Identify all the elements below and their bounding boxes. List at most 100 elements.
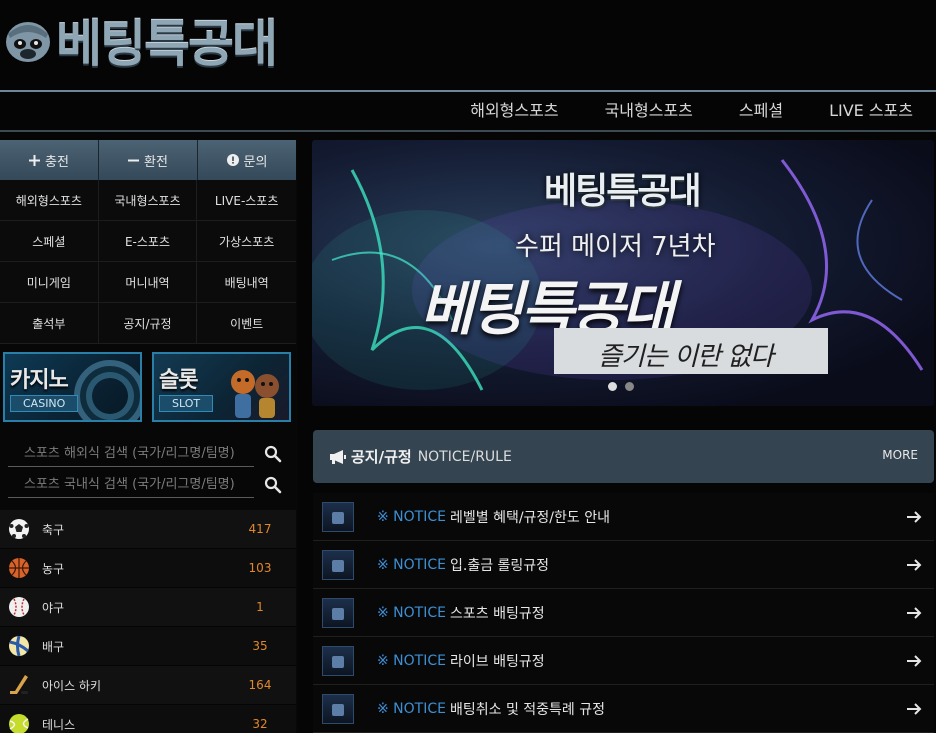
notice-text: 레벨별 혜택/규정/한도 안내: [449, 509, 610, 526]
arrow-right-icon: [907, 654, 922, 667]
notice-row[interactable]: ※ NOTICE 스포츠 배팅규정: [313, 589, 934, 637]
megaphone-icon: [330, 449, 346, 464]
notice-thumbnail: [322, 597, 354, 628]
notice-mark: ※ NOTICE: [377, 652, 446, 669]
casino-banner[interactable]: 카지노 CASINO: [3, 352, 142, 422]
notice-text: 배팅취소 및 적중특례 규정: [449, 701, 606, 718]
notice-text: 스포츠 배팅규정: [449, 605, 545, 622]
sport-row-soccer[interactable]: 축구 417: [0, 510, 296, 549]
arrow-right-icon: [907, 702, 922, 715]
notice-mark: ※ NOTICE: [377, 700, 446, 717]
sport-name: 축구: [42, 522, 65, 537]
menu-item-overseas-sports[interactable]: 해외형스포츠: [0, 180, 99, 221]
sport-count: 164: [248, 678, 272, 692]
notice-row[interactable]: ※ NOTICE 입.출금 롤링규정: [313, 541, 934, 589]
notice-row[interactable]: ※ NOTICE 배팅취소 및 적중특례 규정: [313, 685, 934, 733]
sport-row-volleyball[interactable]: 배구 35: [0, 627, 296, 666]
notice-mark: ※ NOTICE: [377, 556, 446, 573]
hero-logo-text: 베팅특공대: [544, 171, 702, 212]
overseas-search-input[interactable]: [8, 441, 254, 467]
sport-row-ice-hockey[interactable]: 아이스 하키 164: [0, 666, 296, 705]
sport-name: 테니스: [42, 717, 76, 732]
sport-row-tennis[interactable]: 테니스 32: [0, 705, 296, 733]
carousel-dot-1[interactable]: [608, 382, 617, 391]
inquiry-label: 문의: [243, 154, 268, 170]
menu-item-special[interactable]: 스페셜: [0, 221, 99, 262]
menu-item-virtual-sports[interactable]: 가상스포츠: [197, 221, 296, 262]
topnav-item-overseas-sports[interactable]: 해외형스포츠: [447, 92, 581, 130]
menu-item-live-sports[interactable]: LIVE-스포츠: [197, 180, 296, 221]
site-header: 베팅특공대: [0, 0, 936, 90]
menu-item-domestic-sports[interactable]: 국내형스포츠: [98, 180, 198, 221]
casino-banner-sub: CASINO: [10, 395, 79, 412]
sport-row-basketball[interactable]: 농구 103: [0, 549, 296, 588]
basketball-icon: [9, 558, 29, 578]
notice-mark: ※ NOTICE: [377, 604, 446, 621]
logo-text: 베팅특공대: [56, 15, 278, 73]
menu-item-notice-rules[interactable]: 공지/규정: [98, 303, 198, 344]
roulette-icon: [74, 360, 140, 420]
sport-name: 야구: [42, 600, 65, 615]
deposit-button[interactable]: 충전: [0, 140, 99, 180]
notice-row[interactable]: ※ NOTICE 레벨별 혜택/규정/한도 안내: [313, 493, 934, 541]
sport-row-baseball[interactable]: 야구 1: [0, 588, 296, 627]
notice-header: 공지/규정 NOTICE/RULE MORE: [313, 430, 934, 483]
deposit-label: 충전: [45, 154, 69, 170]
account-actions: 충전 환전 문의: [0, 140, 296, 180]
notice-thumbnail: [322, 645, 354, 676]
hero-banner[interactable]: 베팅특공대 수퍼 메이저 7년차 베팅특공대 즐기는 이란 없다: [312, 140, 934, 406]
search-icon[interactable]: [264, 476, 282, 494]
topnav-item-special[interactable]: 스페셜: [716, 92, 806, 130]
menu-item-attendance[interactable]: 출석부: [0, 303, 99, 344]
volleyball-icon: [9, 635, 29, 657]
left-sidebar: 충전 환전 문의 해외형스포츠 국내형스포츠 LIVE-스포츠 스페셜 E-스포…: [0, 140, 298, 733]
withdraw-label: 환전: [144, 154, 168, 170]
sport-count: 32: [252, 717, 268, 731]
sport-count: 35: [252, 639, 268, 653]
sports-list: 축구 417 농구 103 야구 1 배구 35 아이스 하키 164 테니스 …: [0, 510, 296, 733]
menu-item-event[interactable]: 이벤트: [197, 303, 296, 344]
slot-banner-sub: SLOT: [159, 395, 214, 412]
top-navigation: 해외형스포츠 국내형스포츠 스페셜 LIVE 스포츠: [0, 90, 936, 132]
topnav-item-live-sports[interactable]: LIVE 스포츠: [806, 92, 936, 130]
notice-more-link[interactable]: MORE: [882, 448, 918, 462]
domestic-search-input[interactable]: [8, 472, 254, 498]
soccer-ball-icon: [9, 519, 29, 539]
hero-tagline: 수퍼 메이저 7년차: [515, 232, 716, 262]
game-banners: 카지노 CASINO 슬롯 SLOT: [3, 352, 293, 422]
overseas-search: [8, 440, 290, 468]
inquiry-button[interactable]: 문의: [198, 140, 296, 180]
sport-name: 아이스 하키: [42, 678, 102, 693]
notice-title: 공지/규정: [351, 448, 412, 466]
notice-thumbnail: [322, 501, 354, 532]
menu-item-minigame[interactable]: 미니게임: [0, 262, 99, 303]
hockey-stick-icon: [10, 675, 28, 694]
mascot-icon: [6, 22, 50, 62]
sport-count: 103: [248, 561, 272, 575]
notice-thumbnail: [322, 549, 354, 580]
carousel-dot-2[interactable]: [625, 382, 634, 391]
sport-count: 1: [256, 600, 264, 614]
notice-thumbnail: [322, 693, 354, 724]
casino-banner-title: 카지노: [10, 368, 69, 393]
topnav-item-domestic-sports[interactable]: 국내형스포츠: [582, 92, 716, 130]
slot-banner-title: 슬롯: [159, 368, 198, 393]
hero-slogan: 즐기는 이란 없다: [598, 342, 774, 372]
tennis-ball-icon: [9, 714, 29, 733]
slot-characters-icon: [231, 370, 279, 418]
slot-banner[interactable]: 슬롯 SLOT: [152, 352, 291, 422]
notice-mark: ※ NOTICE: [377, 508, 446, 525]
notice-text: 라이브 배팅규정: [449, 653, 545, 670]
notice-row[interactable]: ※ NOTICE 라이브 배팅규정: [313, 637, 934, 685]
menu-item-bet-history[interactable]: 배팅내역: [197, 262, 296, 303]
sport-name: 배구: [42, 639, 65, 654]
site-logo[interactable]: 베팅특공대: [2, 10, 332, 73]
arrow-right-icon: [907, 510, 922, 523]
search-icon[interactable]: [264, 445, 282, 463]
sport-count: 417: [248, 522, 272, 536]
baseball-icon: [9, 597, 29, 617]
carousel-dots: [608, 382, 634, 391]
menu-item-money-history[interactable]: 머니내역: [98, 262, 198, 303]
withdraw-button[interactable]: 환전: [99, 140, 198, 180]
menu-item-esports[interactable]: E-스포츠: [98, 221, 198, 262]
